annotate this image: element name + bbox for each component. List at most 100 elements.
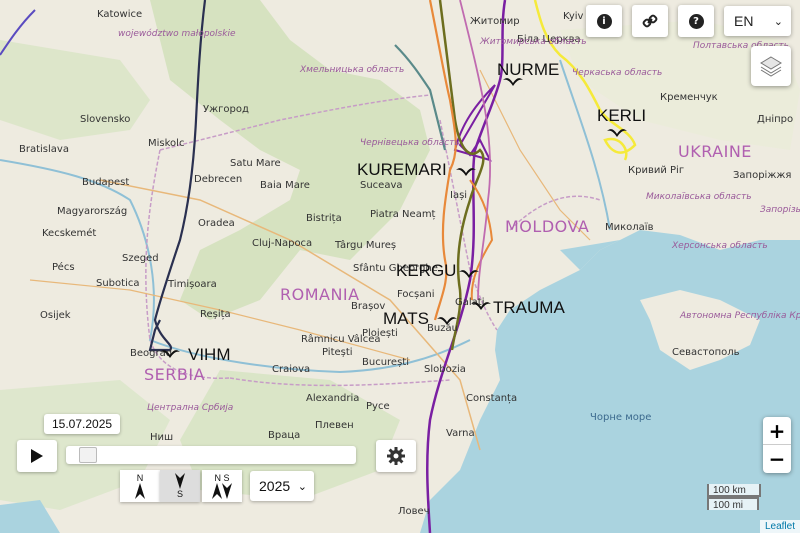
city-label: Katowice: [97, 9, 142, 20]
region-label: województwo małopolskie: [118, 28, 236, 39]
direction-label: N S: [214, 473, 230, 483]
bird-label-mats[interactable]: MATS: [383, 309, 429, 328]
city-label: Baia Mare: [260, 180, 310, 191]
direction-label: N: [136, 473, 144, 483]
city-label: Budapest: [82, 177, 129, 188]
region-label: Херсонська область: [671, 241, 768, 251]
city-label: Beograd: [130, 348, 172, 359]
city-label: Враца: [268, 430, 300, 441]
city-label: Buzău: [427, 323, 458, 334]
region-label: Миколаївська область: [646, 192, 752, 202]
city-label: Ниш: [150, 432, 173, 443]
direction-both-button[interactable]: N S: [202, 470, 242, 502]
city-label: Миколаїв: [605, 222, 654, 233]
region-label: Чернівецька область: [360, 138, 460, 148]
city-label: Bratislava: [19, 144, 69, 155]
arrows-both-icon: [212, 483, 232, 499]
layers-button[interactable]: [751, 46, 791, 86]
current-date: 15.07.2025: [44, 414, 121, 434]
year-value: 2025: [259, 478, 291, 494]
language-value: EN: [734, 13, 754, 29]
city-label: Alexandria: [306, 393, 359, 404]
city-label: Subotica: [96, 278, 139, 289]
city-label: Szeged: [122, 253, 159, 264]
country-label-moldova: MOLDOVA: [505, 217, 589, 236]
gear-icon: [387, 447, 405, 465]
city-label: Kecskemét: [42, 227, 96, 239]
city-label: Timișoara: [167, 279, 217, 290]
city-label: Reșița: [200, 309, 231, 320]
city-label: Житомир: [470, 16, 520, 27]
link-icon: [642, 14, 658, 28]
chevron-down-icon: ⌄: [297, 480, 307, 493]
city-label: Севастополь: [672, 347, 740, 358]
city-label: Miskolc: [148, 138, 184, 149]
bird-label-kuremari[interactable]: KUREMARI: [357, 160, 447, 179]
city-label: Запоріжжя: [733, 169, 791, 181]
region-label: Запорізька область: [760, 205, 800, 215]
language-select[interactable]: EN ⌄: [724, 6, 791, 36]
direction-north-button[interactable]: N: [120, 470, 160, 502]
city-label: Iași: [450, 190, 467, 201]
city-label: Кривий Ріг: [628, 164, 684, 176]
city-label: Кременчук: [660, 92, 718, 103]
region-label: Централна Србија: [147, 403, 233, 413]
city-label: Debrecen: [194, 174, 242, 185]
city-label: Suceava: [360, 180, 403, 191]
play-icon: [31, 449, 43, 463]
timeline-slider[interactable]: [66, 446, 356, 464]
info-icon: i: [596, 13, 612, 29]
zoom-in-button[interactable]: +: [763, 417, 791, 445]
city-label: Bistrița: [306, 213, 342, 224]
bird-label-kerli[interactable]: KERLI: [597, 106, 646, 125]
city-label: Pitești: [322, 347, 353, 358]
city-label: Magyarország: [57, 205, 127, 217]
country-label-romania: ROMANIA: [280, 285, 360, 304]
city-label: Râmnicu Vâlcea: [301, 333, 380, 345]
bird-label-vihm[interactable]: VIHM: [188, 345, 231, 364]
bird-label-nurme[interactable]: NURME: [497, 60, 559, 79]
attribution-link[interactable]: Leaflet: [759, 520, 800, 533]
city-label: Slobozia: [424, 364, 466, 375]
help-icon: ?: [688, 13, 704, 29]
region-label: Автономна Республіка Крим: [679, 311, 800, 321]
city-label: Târgu Mureș: [334, 239, 396, 251]
arrow-down-icon: [175, 473, 185, 489]
help-button[interactable]: ?: [678, 5, 714, 37]
city-label: Varna: [446, 428, 475, 439]
city-label: Satu Mare: [230, 158, 281, 169]
arrow-up-icon: [135, 483, 145, 499]
region-label: Хмельницька область: [299, 65, 404, 75]
scale-mi: 100 mi: [707, 497, 759, 511]
city-label: Плевен: [315, 420, 354, 431]
city-label: Oradea: [198, 218, 235, 229]
city-label: Русе: [366, 401, 390, 412]
city-label: Дніпро: [757, 113, 793, 125]
play-button[interactable]: [17, 440, 57, 472]
slider-thumb[interactable]: [78, 447, 97, 463]
bird-label-kergu[interactable]: KERGU: [396, 261, 456, 280]
country-label-ukraine: UKRAINE: [678, 142, 752, 161]
city-label: Focșani: [397, 289, 434, 300]
info-button[interactable]: i: [586, 5, 622, 37]
region-label: Черкаська область: [572, 68, 662, 78]
city-label: Kyiv: [563, 11, 584, 22]
city-label: București: [362, 357, 409, 368]
bird-label-trauma[interactable]: TRAUMA: [493, 298, 565, 317]
direction-label: S: [176, 489, 183, 499]
zoom-out-button[interactable]: −: [763, 445, 791, 473]
layers-icon: [760, 56, 782, 77]
scale-bar: 100 km 100 mi: [707, 484, 761, 511]
year-select[interactable]: 2025 ⌄: [250, 471, 314, 501]
settings-button[interactable]: [376, 440, 416, 472]
city-label: Osijek: [40, 310, 71, 321]
city-label: Craiova: [272, 364, 310, 375]
city-label: Pécs: [52, 261, 75, 273]
scale-km: 100 km: [707, 484, 761, 497]
city-label: Constanța: [466, 393, 517, 404]
country-label-serbia: SERBIA: [144, 365, 205, 384]
link-button[interactable]: [632, 5, 668, 37]
direction-south-button[interactable]: S: [160, 470, 200, 502]
city-label: Slovensko: [80, 114, 130, 125]
city-label: Piatra Neamț: [370, 209, 436, 220]
